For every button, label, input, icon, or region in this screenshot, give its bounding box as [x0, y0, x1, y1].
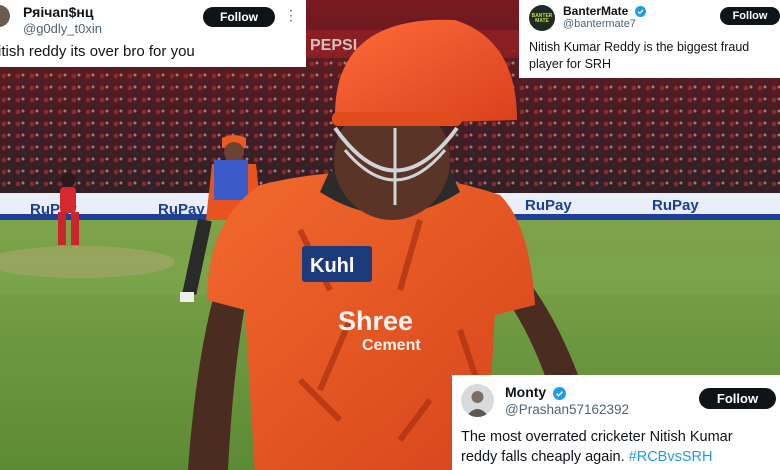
tweet-display-name: Ряічап$нц	[23, 4, 94, 20]
avatar	[461, 384, 494, 417]
tweet-text-line1: The most overrated cricketer Nitish Kuma…	[461, 429, 733, 445]
tweet-handle: @g0dly_t0xin	[23, 21, 102, 36]
board-logo: RuPay	[525, 197, 572, 214]
tweet-text-line1: Nitish Kumar Reddy is the biggest fraud	[529, 40, 750, 54]
avatar-portrait-icon	[466, 391, 489, 417]
more-options-icon[interactable]: ⋮	[284, 7, 299, 24]
follow-button[interactable]: Follow	[720, 7, 780, 25]
verified-badge-icon	[553, 386, 567, 400]
stand-sign: PEPSI	[310, 37, 357, 54]
tweet-display-name: BanterMate	[563, 4, 646, 18]
tweet-card-3: Monty @Prashan57162392 Follow The most o…	[452, 375, 780, 470]
tweet-card-2: BANTER MATE BanterMate @bantermate7 Foll…	[519, 0, 780, 78]
jersey-sponsor-kuhl: Kuhl	[310, 255, 354, 277]
avatar: BANTER MATE	[529, 5, 555, 31]
tweet-display-name: Monty	[505, 384, 567, 400]
avatar	[0, 5, 10, 27]
tweet-card-1: Ряічап$нц @g0dly_t0xin Follow ⋮ itish re…	[0, 0, 306, 67]
tweet-text-line2: reddy falls cheaply again. #RCBvsSRH	[461, 449, 713, 465]
board-logo: RuPay	[158, 201, 205, 218]
tweet-text: itish reddy its over bro for you	[0, 43, 195, 60]
follow-button[interactable]: Follow	[699, 388, 776, 409]
jersey-sponsor-cement: Cement	[362, 337, 421, 354]
tweet-handle: @bantermate7	[563, 18, 636, 30]
tweet-handle: @Prashan57162392	[505, 402, 630, 417]
avatar-logo-text: BANTER MATE	[531, 13, 553, 24]
follow-button[interactable]: Follow	[203, 7, 275, 27]
board-logo: RuPay	[652, 197, 699, 214]
verified-badge-icon	[634, 6, 646, 18]
tweet-text-line2: player for SRH	[529, 57, 611, 71]
hashtag-link[interactable]: #RCBvsSRH	[629, 449, 713, 465]
jersey-sponsor-shree: Shree	[338, 306, 413, 336]
